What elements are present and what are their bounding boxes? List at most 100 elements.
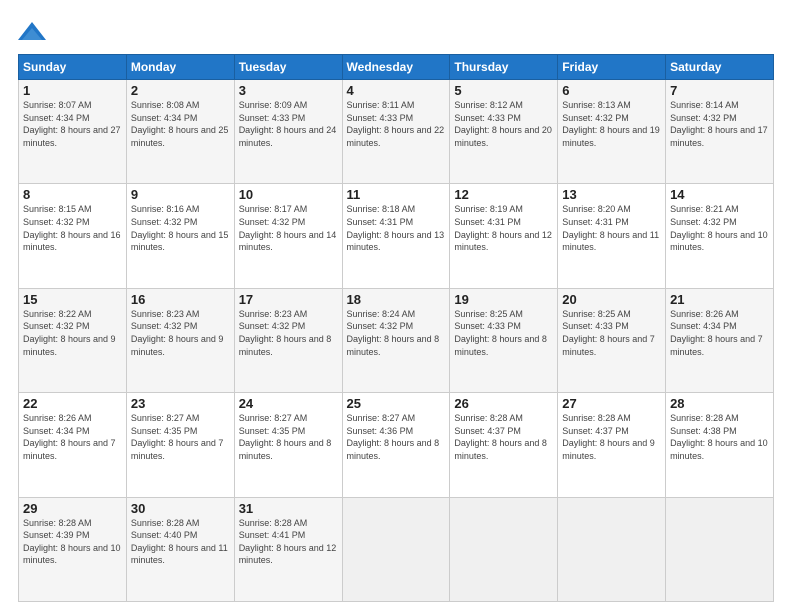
calendar-cell: 3 Sunrise: 8:09 AMSunset: 4:33 PMDayligh… xyxy=(234,80,342,184)
calendar-cell: 24 Sunrise: 8:27 AMSunset: 4:35 PMDaylig… xyxy=(234,393,342,497)
day-number: 26 xyxy=(454,396,553,411)
calendar-cell: 27 Sunrise: 8:28 AMSunset: 4:37 PMDaylig… xyxy=(558,393,666,497)
calendar-cell: 13 Sunrise: 8:20 AMSunset: 4:31 PMDaylig… xyxy=(558,184,666,288)
calendar-cell: 14 Sunrise: 8:21 AMSunset: 4:32 PMDaylig… xyxy=(666,184,774,288)
day-info: Sunrise: 8:26 AMSunset: 4:34 PMDaylight:… xyxy=(670,309,763,357)
calendar-cell: 29 Sunrise: 8:28 AMSunset: 4:39 PMDaylig… xyxy=(19,497,127,601)
calendar-table: SundayMondayTuesdayWednesdayThursdayFrid… xyxy=(18,54,774,602)
calendar-cell: 23 Sunrise: 8:27 AMSunset: 4:35 PMDaylig… xyxy=(126,393,234,497)
calendar-week-4: 29 Sunrise: 8:28 AMSunset: 4:39 PMDaylig… xyxy=(19,497,774,601)
day-number: 9 xyxy=(131,187,230,202)
day-number: 22 xyxy=(23,396,122,411)
day-number: 14 xyxy=(670,187,769,202)
day-info: Sunrise: 8:21 AMSunset: 4:32 PMDaylight:… xyxy=(670,204,768,252)
calendar-cell: 2 Sunrise: 8:08 AMSunset: 4:34 PMDayligh… xyxy=(126,80,234,184)
calendar-week-3: 22 Sunrise: 8:26 AMSunset: 4:34 PMDaylig… xyxy=(19,393,774,497)
day-info: Sunrise: 8:20 AMSunset: 4:31 PMDaylight:… xyxy=(562,204,659,252)
calendar-cell: 21 Sunrise: 8:26 AMSunset: 4:34 PMDaylig… xyxy=(666,288,774,392)
page: SundayMondayTuesdayWednesdayThursdayFrid… xyxy=(0,0,792,612)
day-info: Sunrise: 8:07 AMSunset: 4:34 PMDaylight:… xyxy=(23,100,121,148)
day-number: 18 xyxy=(347,292,446,307)
day-info: Sunrise: 8:28 AMSunset: 4:40 PMDaylight:… xyxy=(131,518,228,566)
day-number: 2 xyxy=(131,83,230,98)
calendar-cell: 26 Sunrise: 8:28 AMSunset: 4:37 PMDaylig… xyxy=(450,393,558,497)
logo-icon xyxy=(18,18,46,46)
day-info: Sunrise: 8:18 AMSunset: 4:31 PMDaylight:… xyxy=(347,204,445,252)
calendar-cell: 28 Sunrise: 8:28 AMSunset: 4:38 PMDaylig… xyxy=(666,393,774,497)
calendar-cell: 18 Sunrise: 8:24 AMSunset: 4:32 PMDaylig… xyxy=(342,288,450,392)
day-number: 25 xyxy=(347,396,446,411)
calendar-cell: 17 Sunrise: 8:23 AMSunset: 4:32 PMDaylig… xyxy=(234,288,342,392)
day-number: 24 xyxy=(239,396,338,411)
day-info: Sunrise: 8:08 AMSunset: 4:34 PMDaylight:… xyxy=(131,100,229,148)
calendar-cell: 20 Sunrise: 8:25 AMSunset: 4:33 PMDaylig… xyxy=(558,288,666,392)
day-number: 13 xyxy=(562,187,661,202)
day-number: 23 xyxy=(131,396,230,411)
calendar-cell: 4 Sunrise: 8:11 AMSunset: 4:33 PMDayligh… xyxy=(342,80,450,184)
calendar-header-sunday: Sunday xyxy=(19,55,127,80)
day-info: Sunrise: 8:12 AMSunset: 4:33 PMDaylight:… xyxy=(454,100,552,148)
day-number: 21 xyxy=(670,292,769,307)
day-info: Sunrise: 8:23 AMSunset: 4:32 PMDaylight:… xyxy=(131,309,224,357)
day-info: Sunrise: 8:26 AMSunset: 4:34 PMDaylight:… xyxy=(23,413,116,461)
day-number: 8 xyxy=(23,187,122,202)
day-number: 1 xyxy=(23,83,122,98)
calendar-cell: 16 Sunrise: 8:23 AMSunset: 4:32 PMDaylig… xyxy=(126,288,234,392)
day-info: Sunrise: 8:17 AMSunset: 4:32 PMDaylight:… xyxy=(239,204,337,252)
day-number: 30 xyxy=(131,501,230,516)
day-info: Sunrise: 8:28 AMSunset: 4:39 PMDaylight:… xyxy=(23,518,121,566)
day-info: Sunrise: 8:28 AMSunset: 4:37 PMDaylight:… xyxy=(562,413,655,461)
calendar-cell: 31 Sunrise: 8:28 AMSunset: 4:41 PMDaylig… xyxy=(234,497,342,601)
calendar-cell: 7 Sunrise: 8:14 AMSunset: 4:32 PMDayligh… xyxy=(666,80,774,184)
day-number: 6 xyxy=(562,83,661,98)
day-info: Sunrise: 8:19 AMSunset: 4:31 PMDaylight:… xyxy=(454,204,552,252)
day-info: Sunrise: 8:15 AMSunset: 4:32 PMDaylight:… xyxy=(23,204,121,252)
day-info: Sunrise: 8:27 AMSunset: 4:35 PMDaylight:… xyxy=(131,413,224,461)
day-info: Sunrise: 8:09 AMSunset: 4:33 PMDaylight:… xyxy=(239,100,337,148)
calendar-header-row: SundayMondayTuesdayWednesdayThursdayFrid… xyxy=(19,55,774,80)
calendar-header-saturday: Saturday xyxy=(666,55,774,80)
day-number: 15 xyxy=(23,292,122,307)
calendar-header-thursday: Thursday xyxy=(450,55,558,80)
day-info: Sunrise: 8:27 AMSunset: 4:36 PMDaylight:… xyxy=(347,413,440,461)
calendar-header-friday: Friday xyxy=(558,55,666,80)
day-number: 29 xyxy=(23,501,122,516)
calendar-cell: 1 Sunrise: 8:07 AMSunset: 4:34 PMDayligh… xyxy=(19,80,127,184)
calendar-header-monday: Monday xyxy=(126,55,234,80)
calendar-cell: 6 Sunrise: 8:13 AMSunset: 4:32 PMDayligh… xyxy=(558,80,666,184)
header xyxy=(18,18,774,46)
day-info: Sunrise: 8:24 AMSunset: 4:32 PMDaylight:… xyxy=(347,309,440,357)
day-number: 19 xyxy=(454,292,553,307)
calendar-cell xyxy=(666,497,774,601)
calendar-cell: 9 Sunrise: 8:16 AMSunset: 4:32 PMDayligh… xyxy=(126,184,234,288)
calendar-cell: 22 Sunrise: 8:26 AMSunset: 4:34 PMDaylig… xyxy=(19,393,127,497)
calendar-cell: 5 Sunrise: 8:12 AMSunset: 4:33 PMDayligh… xyxy=(450,80,558,184)
day-info: Sunrise: 8:14 AMSunset: 4:32 PMDaylight:… xyxy=(670,100,768,148)
day-number: 28 xyxy=(670,396,769,411)
day-number: 7 xyxy=(670,83,769,98)
day-number: 31 xyxy=(239,501,338,516)
calendar-week-0: 1 Sunrise: 8:07 AMSunset: 4:34 PMDayligh… xyxy=(19,80,774,184)
calendar-header-wednesday: Wednesday xyxy=(342,55,450,80)
calendar-cell: 19 Sunrise: 8:25 AMSunset: 4:33 PMDaylig… xyxy=(450,288,558,392)
calendar-cell xyxy=(342,497,450,601)
calendar-cell: 15 Sunrise: 8:22 AMSunset: 4:32 PMDaylig… xyxy=(19,288,127,392)
day-info: Sunrise: 8:16 AMSunset: 4:32 PMDaylight:… xyxy=(131,204,229,252)
day-info: Sunrise: 8:28 AMSunset: 4:37 PMDaylight:… xyxy=(454,413,547,461)
calendar-week-2: 15 Sunrise: 8:22 AMSunset: 4:32 PMDaylig… xyxy=(19,288,774,392)
day-number: 12 xyxy=(454,187,553,202)
day-number: 3 xyxy=(239,83,338,98)
day-number: 4 xyxy=(347,83,446,98)
day-number: 16 xyxy=(131,292,230,307)
calendar-cell: 11 Sunrise: 8:18 AMSunset: 4:31 PMDaylig… xyxy=(342,184,450,288)
day-info: Sunrise: 8:11 AMSunset: 4:33 PMDaylight:… xyxy=(347,100,445,148)
day-info: Sunrise: 8:28 AMSunset: 4:38 PMDaylight:… xyxy=(670,413,768,461)
day-info: Sunrise: 8:22 AMSunset: 4:32 PMDaylight:… xyxy=(23,309,116,357)
day-number: 27 xyxy=(562,396,661,411)
day-info: Sunrise: 8:23 AMSunset: 4:32 PMDaylight:… xyxy=(239,309,332,357)
calendar-cell: 25 Sunrise: 8:27 AMSunset: 4:36 PMDaylig… xyxy=(342,393,450,497)
day-info: Sunrise: 8:28 AMSunset: 4:41 PMDaylight:… xyxy=(239,518,337,566)
calendar-week-1: 8 Sunrise: 8:15 AMSunset: 4:32 PMDayligh… xyxy=(19,184,774,288)
calendar-header-tuesday: Tuesday xyxy=(234,55,342,80)
calendar-cell: 8 Sunrise: 8:15 AMSunset: 4:32 PMDayligh… xyxy=(19,184,127,288)
